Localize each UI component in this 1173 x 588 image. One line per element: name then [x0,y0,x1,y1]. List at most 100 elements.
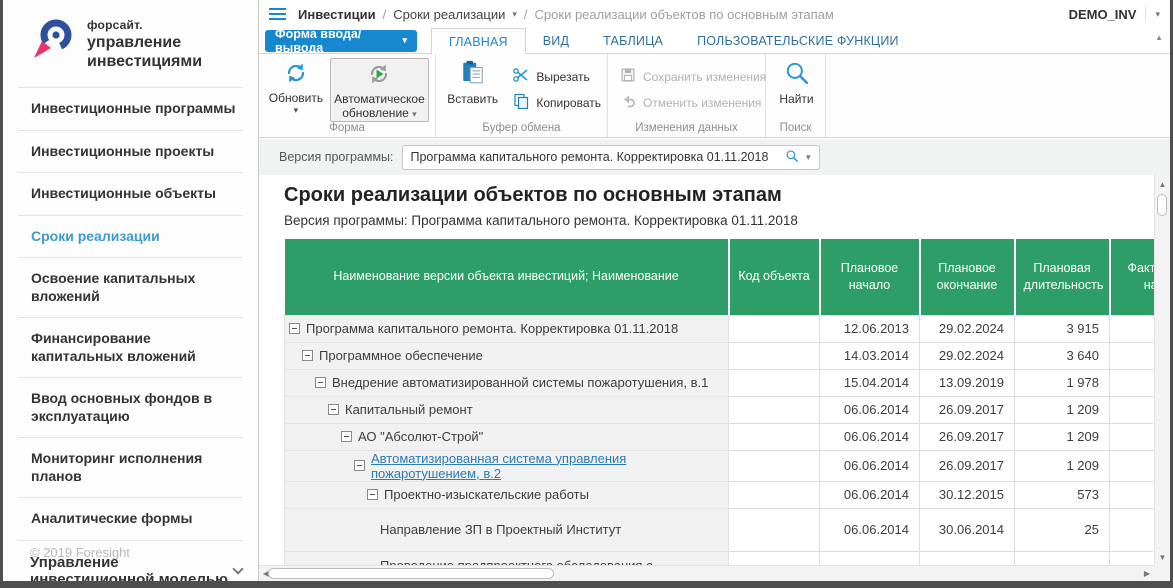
collapse-expander-icon[interactable] [315,377,326,388]
save-icon [620,67,636,86]
tab-active[interactable]: ГЛАВНАЯ [431,28,526,54]
sidebar-item[interactable]: Аналитические формы [18,498,243,541]
refresh-icon [284,61,308,88]
column-header: Фактическое начало [1109,239,1154,315]
auto-refresh-button[interactable]: Автоматическое обновление ▾ [329,58,429,122]
collapse-expander-icon[interactable] [289,323,300,334]
object-code-cell [728,480,820,509]
collapse-expander-icon[interactable] [341,431,352,442]
copy-button[interactable]: Копировать [513,93,601,112]
undo-changes-button[interactable]: Отменить изменения [620,93,766,112]
copy-icon [513,93,529,112]
sidebar-item[interactable]: Освоение капитальных вложений [18,258,243,319]
sidebar-item[interactable]: Мониторинг исполнения планов [18,438,243,499]
scroll-up-icon[interactable]: ▲ [1155,176,1170,192]
plan-duration-cell: 3 915 [1014,314,1110,343]
object-name-cell: Автоматизированная система управления по… [284,449,729,482]
save-changes-button[interactable]: Сохранить изменения [620,67,766,86]
ribbon-group-search: Найти Поиск [766,54,826,137]
version-select-input[interactable]: Программа капитального ремонта. Корректи… [401,144,820,170]
page-title: Сроки реализации объектов по основным эт… [284,184,782,206]
column-header: Плановое начало [819,239,921,315]
undo-icon [620,93,636,112]
user-menu[interactable]: DEMO_INV [1069,7,1137,22]
cut-button[interactable]: Вырезать [513,67,601,86]
breadcrumb-item[interactable]: Сроки реализации объектов по основным эт… [535,7,834,22]
collapse-ribbon-icon[interactable]: ▲ [1155,33,1163,42]
form-io-dropdown-button[interactable]: Форма ввода/вывода ▾ [265,27,417,55]
sidebar-item[interactable]: Финансирование капитальных вложений [18,318,243,379]
find-button[interactable]: Найти [774,58,819,106]
column-header: Код объекта [728,239,821,315]
column-header: Наименование версии объекта инвестиций; … [284,239,730,315]
plan-duration-cell: 25 [1014,507,1110,552]
vertical-scrollbar[interactable]: ▲ ▼ [1154,175,1170,565]
object-name-cell: Программное обеспечение [284,341,729,370]
object-name-link[interactable]: Автоматизированная система управления по… [371,451,728,481]
hamburger-menu-icon[interactable] [269,8,286,20]
collapse-expander-icon[interactable] [354,460,365,471]
table-row: Программное обеспечение 14.03.2014 29.02.2… [284,341,1154,370]
version-label: Версия программы: [279,150,394,164]
breadcrumb-item[interactable]: Инвестиции [298,7,376,22]
sidebar-item[interactable]: Инвестиционные программы [18,88,243,131]
sidebar-item[interactable]: Ввод основных фондов в эксплуатацию [18,378,243,439]
table-row: Программа капитального ремонта. Корректи… [284,314,1154,343]
vertical-scroll-thumb[interactable] [1157,194,1167,216]
horizontal-scrollbar[interactable]: ◀ ▶ [259,565,1154,581]
scroll-down-icon[interactable]: ▼ [1155,549,1170,565]
plan-duration-cell: 573 [1014,480,1110,509]
object-code-cell [728,314,820,343]
table-row: АО "Абсолют-Строй" 06.06.2014 26.09.2017 1 … [284,422,1154,451]
table-row: Направление ЗП в Проектный Институт 06.06… [284,507,1154,552]
object-name-text: Внедрение автоматизированной системы пож… [332,375,709,390]
ribbon-group-clipboard: Вставить Вырезать Копировать Буфер обмен… [436,54,608,137]
tab-inactive[interactable]: ВИД [526,28,586,53]
fact-start-cell [1109,422,1154,451]
search-icon[interactable] [785,149,799,166]
group-label-search: Поиск [779,122,812,134]
object-code-cell [728,341,820,370]
fact-start-cell [1109,507,1154,552]
table-row: Автоматизированная система управления по… [284,449,1154,482]
auto-refresh-icon [367,62,391,89]
plan-duration-cell: 3 640 [1014,341,1110,370]
fact-start-cell [1109,314,1154,343]
object-name-text: Проведение предпроектного обследования с… [380,557,653,566]
scroll-right-icon[interactable]: ▶ [1140,566,1154,581]
sidebar-item[interactable]: Сроки реализации [18,216,243,259]
scrollbar-corner [1154,565,1170,581]
breadcrumb: Инвестиции / Сроки реализации ▾ / Сроки реали… [298,7,834,22]
collapse-expander-icon[interactable] [302,350,313,361]
app-logo: форсайт. управление инвестициями [3,0,258,71]
caret-down-icon[interactable]: ▾ [806,152,811,162]
tab-inactive[interactable]: ПОЛЬЗОВАТЕЛЬСКИЕ ФУНКЦИИ [680,28,916,53]
sidebar-footer-label: Управление инвестиционной моделью [30,554,228,581]
object-code-cell [728,368,820,397]
breadcrumb-item[interactable]: Сроки реализации [393,7,505,22]
horizontal-scroll-thumb[interactable] [268,568,554,579]
breadcrumb-separator: / [382,6,387,22]
ribbon: Обновить ▾ Автоматическое обновление ▾ Ф… [259,53,1170,138]
fact-start-cell [1109,368,1154,397]
object-name-text: АО "Абсолют-Строй" [358,429,484,444]
fact-start-cell [1109,395,1154,424]
foresight-logo-icon [31,16,77,67]
collapse-expander-icon[interactable] [367,489,378,500]
scissors-icon [513,67,529,86]
paste-button[interactable]: Вставить [444,58,501,106]
tab-inactive[interactable]: ТАБЛИЦА [586,28,680,53]
table-row: Капитальный ремонт 06.06.2014 26.09.2017 1 … [284,395,1154,424]
refresh-button[interactable]: Обновить ▾ [267,58,325,115]
collapse-expander-icon[interactable] [328,404,339,415]
sidebar-item-investment-model[interactable]: Управление инвестиционной моделью [30,554,248,581]
plan-end-cell: 30.06.2014 [919,507,1015,552]
plan-start-cell: 06.06.2014 [819,507,920,552]
app-window: форсайт. управление инвестициями Инвести… [3,0,1170,581]
sidebar-item[interactable]: Инвестиционные проекты [18,131,243,174]
user-caret-down-icon[interactable]: ▾ [1155,9,1160,19]
page-subtitle: Версия программы: Программа капитального… [284,213,798,228]
table-row: Проведение предпроектного обследования с… [284,550,1154,566]
breadcrumb-caret-down-icon[interactable]: ▾ [512,9,517,19]
sidebar-item[interactable]: Инвестиционные объекты [18,173,243,216]
